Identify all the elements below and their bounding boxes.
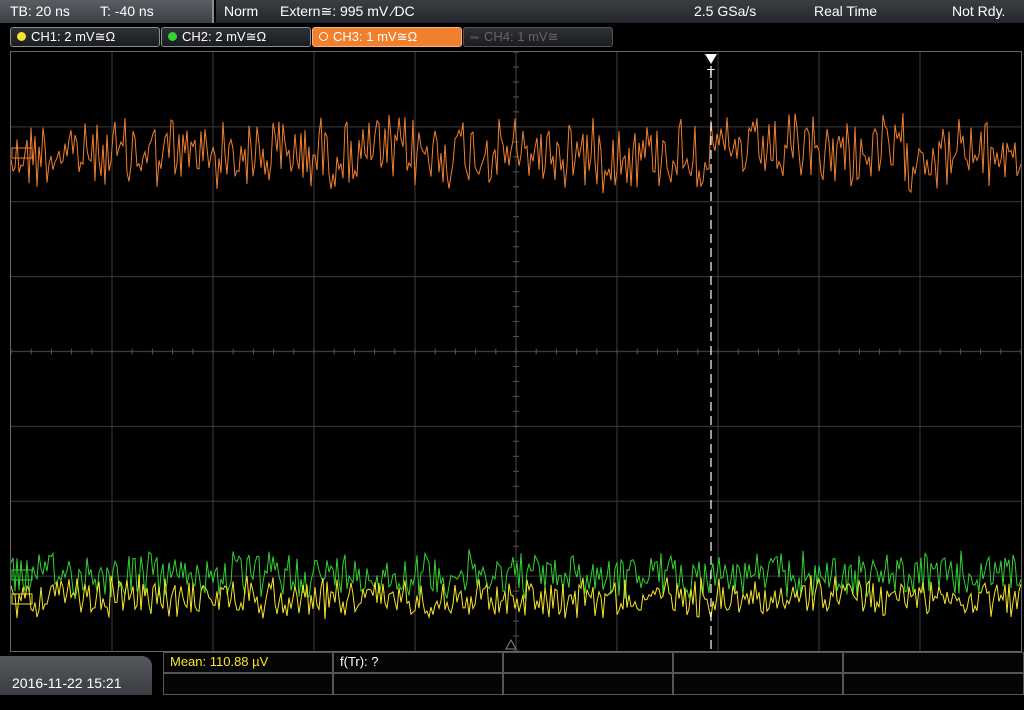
datetime-value: 2016-11-22 15:21 [12,675,122,691]
channel-4-label: CH4: 1 mV≅ [484,29,559,44]
trigger-source: Extern≅: 995 mV ⁄DC [280,3,415,19]
channel-4-indicator-icon [470,36,479,39]
measurement-frequency: f(Tr): ? [333,652,503,673]
channel-1-button[interactable]: CH1: 2 mV≅Ω [10,27,160,47]
waveform-canvas: T [10,51,1022,652]
channel-1-indicator-icon [17,32,26,41]
channel-3-button[interactable]: CH3: 1 mV≅Ω [312,27,462,47]
channel-2-indicator-icon [168,32,177,41]
channel-3-indicator-icon [319,32,328,41]
channel-3-ground-marker [11,147,33,159]
channel-2-button[interactable]: CH2: 2 mV≅Ω [161,27,311,47]
top-bar: TB: 20 ns T: -40 ns Norm Extern≅: 995 mV… [0,0,1024,24]
sample-rate: 2.5 GSa/s [694,3,757,19]
measurement-slot-6 [163,673,333,695]
timebase-value: TB: 20 ns [10,3,70,19]
horizontal-reference-icon [505,638,517,650]
waveform-display[interactable]: T [10,51,1022,652]
channel-2-label: CH2: 2 mV≅Ω [182,29,267,44]
trigger-marker-label: T [707,66,715,81]
measurement-slot-8 [503,673,673,695]
channel-4-button[interactable]: CH4: 1 mV≅ [463,27,613,47]
trigger-mode: Norm [224,3,259,19]
timebase-panel[interactable]: TB: 20 ns T: -40 ns [0,0,214,23]
measurement-slot-4 [673,652,843,673]
measurement-mean: Mean: 110.88 µV [163,652,333,673]
channel-row: CH1: 2 mV≅Ω CH2: 2 mV≅Ω CH3: 1 mV≅Ω CH4:… [0,25,1024,49]
measurement-slot-7 [333,673,503,695]
bottom-bar: 2016-11-22 15:21 Mean: 110.88 µV f(Tr): … [0,652,1024,695]
measurement-slot-5 [843,652,1024,673]
acquisition-state: Not Rdy. [952,3,1006,19]
measurement-slot-10 [843,673,1024,695]
trigger-position-icon[interactable] [705,54,717,64]
datetime-panel: 2016-11-22 15:21 [0,656,152,695]
acquisition-mode: Real Time [814,3,878,19]
measurement-slot-9 [673,673,843,695]
measurement-table[interactable]: Mean: 110.88 µV f(Tr): ? [163,652,1024,695]
status-bar[interactable]: Norm Extern≅: 995 mV ⁄DC 2.5 GSa/s Real … [216,0,1024,23]
trigger-offset-value: T: -40 ns [100,3,154,19]
measurement-slot-3 [503,652,673,673]
channel-1-label: CH1: 2 mV≅Ω [31,29,116,44]
channel-3-label: CH3: 1 mV≅Ω [333,29,418,44]
